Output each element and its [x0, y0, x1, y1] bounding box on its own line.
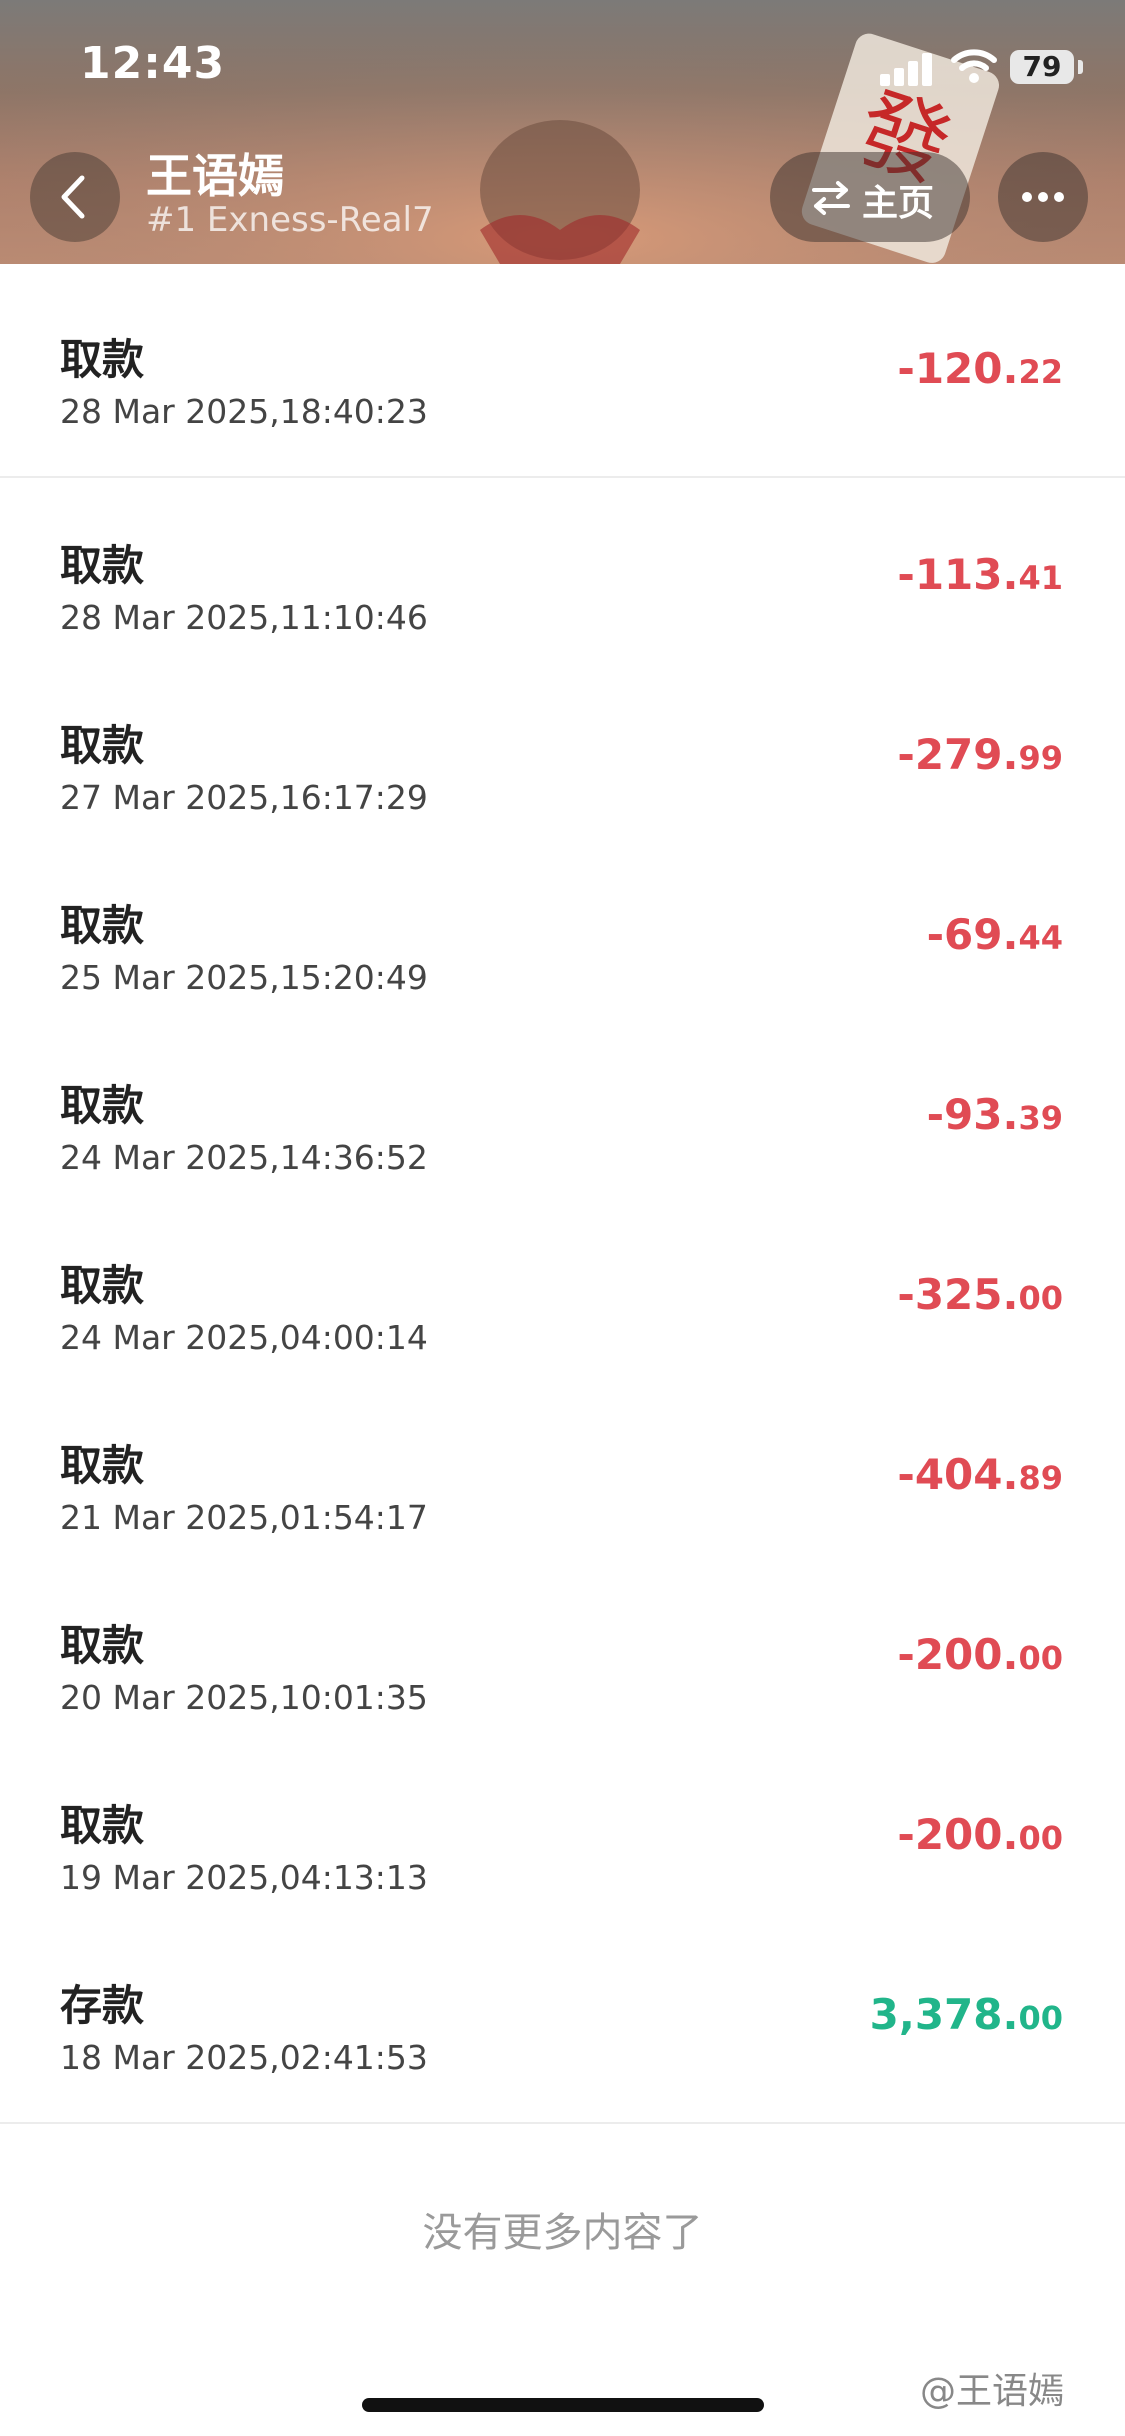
- list-item[interactable]: 存款 18 Mar 2025,02:41:53 3,378.00: [0, 1942, 1125, 2124]
- amount-integer: -200.: [897, 1630, 1019, 1679]
- transaction-amount: -93.39: [927, 1090, 1063, 1139]
- transaction-date: 28 Mar 2025,18:40:23: [60, 392, 428, 431]
- transaction-date: 25 Mar 2025,15:20:49: [60, 958, 428, 997]
- amount-integer: 3,378.: [869, 1990, 1019, 2039]
- transaction-amount: -69.44: [927, 910, 1063, 959]
- transaction-date: 19 Mar 2025,04:13:13: [60, 1858, 428, 1897]
- amount-integer: -93.: [926, 1090, 1019, 1139]
- transaction-date: 21 Mar 2025,01:54:17: [60, 1498, 428, 1537]
- amount-decimal: 39: [1018, 1099, 1063, 1137]
- amount-decimal: 00: [1018, 1639, 1063, 1677]
- amount-integer: -69.: [926, 910, 1019, 959]
- list-item[interactable]: 取款 21 Mar 2025,01:54:17 -404.89: [0, 1402, 1125, 1584]
- transaction-date: 18 Mar 2025,02:41:53: [60, 2038, 428, 2077]
- page-title: 王语嫣: [146, 149, 284, 203]
- home-indicator[interactable]: [362, 2398, 764, 2412]
- amount-integer: -113.: [897, 550, 1019, 599]
- transaction-amount: -279.99: [897, 730, 1063, 779]
- amount-integer: -200.: [897, 1810, 1019, 1859]
- list-item[interactable]: 取款 27 Mar 2025,16:17:29 -279.99: [0, 682, 1125, 864]
- watermark-text: @王语嫣: [920, 2371, 1065, 2412]
- transaction-date: 24 Mar 2025,14:36:52: [60, 1138, 428, 1177]
- battery-tip: [1078, 60, 1083, 74]
- transaction-type: 取款: [60, 1801, 145, 1850]
- amount-decimal: 99: [1018, 739, 1063, 777]
- status-time: 12:43: [80, 38, 226, 89]
- transaction-date: 20 Mar 2025,10:01:35: [60, 1678, 428, 1717]
- transaction-type: 取款: [60, 1441, 145, 1490]
- list-item[interactable]: 取款 25 Mar 2025,15:20:49 -69.44: [0, 862, 1125, 1044]
- transaction-date: 27 Mar 2025,16:17:29: [60, 778, 428, 817]
- amount-integer: -279.: [897, 730, 1019, 779]
- transaction-date: 28 Mar 2025,11:10:46: [60, 598, 428, 637]
- list-item[interactable]: 取款 28 Mar 2025,11:10:46 -113.41: [0, 502, 1125, 684]
- transaction-type: 取款: [60, 1621, 145, 1670]
- list-item[interactable]: 取款 19 Mar 2025,04:13:13 -200.00: [0, 1762, 1125, 1944]
- home-button-label: 主页: [862, 183, 935, 224]
- amount-decimal: 89: [1018, 1459, 1063, 1497]
- swap-arrows-icon: [812, 181, 850, 215]
- back-button[interactable]: [30, 152, 120, 242]
- transaction-amount: -404.89: [897, 1450, 1063, 1499]
- transaction-amount: -200.00: [897, 1810, 1063, 1859]
- status-bar: 12:43 79: [0, 0, 1125, 140]
- list-item[interactable]: 取款 20 Mar 2025,10:01:35 -200.00: [0, 1582, 1125, 1764]
- list-item[interactable]: 取款 24 Mar 2025,14:36:52 -93.39: [0, 1042, 1125, 1224]
- battery-indicator: 79: [1010, 50, 1074, 84]
- more-dots-icon: [1022, 192, 1064, 202]
- transaction-type: 取款: [60, 1081, 145, 1130]
- account-subtitle: #1 Exness-Real7: [146, 200, 434, 240]
- profile-header: 發 12:43 79 王语嫣 #1 Exness-Real7 主页: [0, 0, 1125, 264]
- transaction-date: 24 Mar 2025,04:00:14: [60, 1318, 428, 1357]
- transaction-type: 取款: [60, 541, 145, 590]
- amount-integer: -325.: [897, 1270, 1019, 1319]
- transaction-type: 存款: [60, 1981, 145, 2030]
- end-of-list-message: 没有更多内容了: [422, 2210, 703, 2256]
- home-button[interactable]: 主页: [770, 152, 970, 242]
- transaction-type: 取款: [60, 901, 145, 950]
- list-item[interactable]: 取款 28 Mar 2025,18:40:23 -120.22: [0, 296, 1125, 478]
- amount-decimal: 00: [1018, 1279, 1063, 1317]
- transaction-type: 取款: [60, 721, 145, 770]
- cellular-signal-icon: [880, 52, 936, 86]
- transaction-amount: -325.00: [897, 1270, 1063, 1319]
- wifi-icon: [951, 49, 997, 83]
- transaction-amount: -200.00: [897, 1630, 1063, 1679]
- amount-decimal: 00: [1018, 1999, 1063, 2037]
- transaction-type: 取款: [60, 335, 145, 384]
- amount-decimal: 22: [1018, 353, 1063, 391]
- amount-decimal: 41: [1018, 559, 1063, 597]
- transaction-amount: 3,378.00: [870, 1990, 1063, 2039]
- amount-decimal: 44: [1018, 919, 1063, 957]
- more-options-button[interactable]: [998, 152, 1088, 242]
- amount-decimal: 00: [1018, 1819, 1063, 1857]
- transaction-type: 取款: [60, 1261, 145, 1310]
- list-item[interactable]: 取款 24 Mar 2025,04:00:14 -325.00: [0, 1222, 1125, 1404]
- chevron-left-icon: [61, 175, 85, 219]
- transaction-amount: -120.22: [897, 344, 1063, 393]
- amount-integer: -120.: [897, 344, 1019, 393]
- amount-integer: -404.: [897, 1450, 1019, 1499]
- transaction-amount: -113.41: [897, 550, 1063, 599]
